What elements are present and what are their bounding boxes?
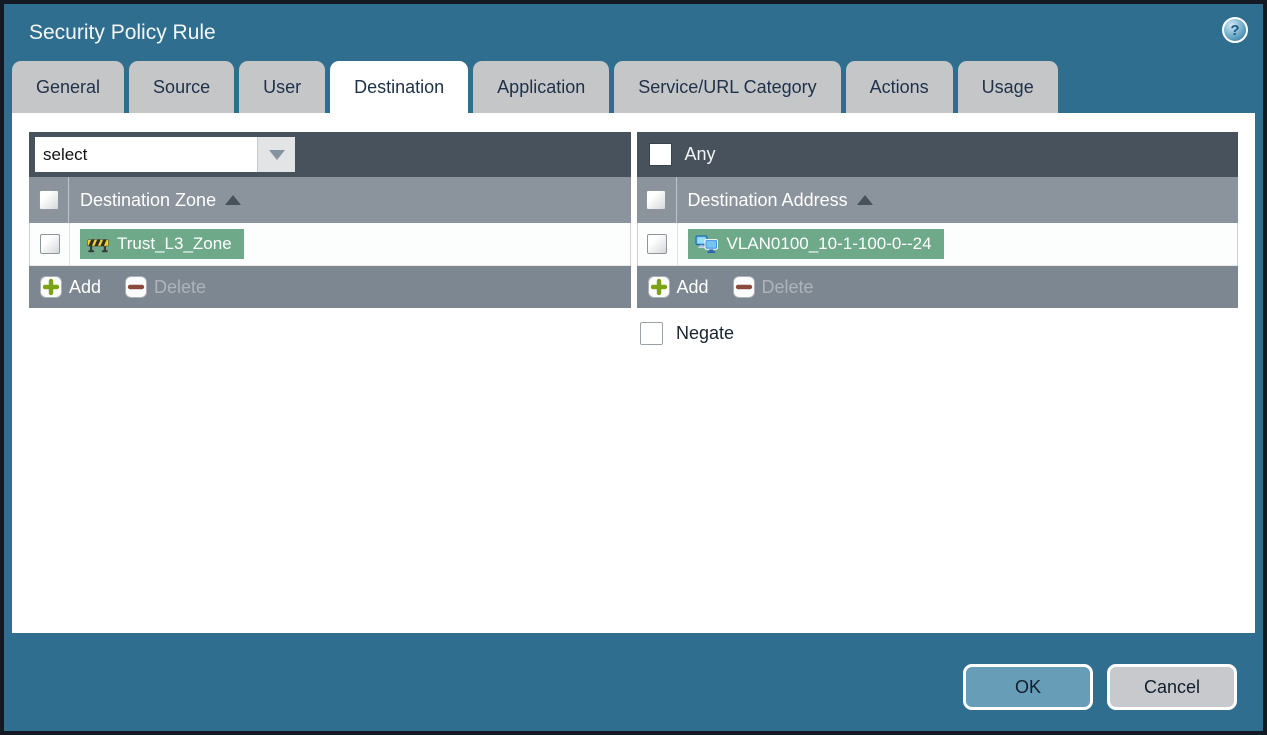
address-item-label: VLAN0100_10-1-100-0--24 (726, 234, 932, 253)
destination-zone-panel: Destination Zone (29, 132, 631, 308)
minus-icon (732, 276, 755, 298)
zone-filter-combo (35, 137, 295, 172)
address-delete-label: Delete (761, 276, 814, 297)
negate-row: Negate (640, 322, 1255, 345)
zone-item-label: Trust_L3_Zone (117, 234, 232, 253)
tab-actions[interactable]: Actions (845, 61, 953, 113)
plus-icon (647, 276, 670, 298)
screen: Security Policy Rule ? General Source Us… (0, 0, 1267, 735)
cancel-button[interactable]: Cancel (1107, 664, 1237, 710)
any-label: Any (684, 144, 716, 164)
dialog-title: Security Policy Rule (29, 20, 216, 44)
tab-usage[interactable]: Usage (957, 61, 1058, 113)
tab-application[interactable]: Application (473, 61, 610, 113)
address-panel-header: Any (636, 132, 1238, 177)
chevron-down-icon (268, 149, 285, 160)
zone-column-title[interactable]: Destination Zone (80, 190, 216, 211)
security-policy-rule-dialog: Security Policy Rule ? General Source Us… (0, 0, 1267, 735)
zone-toolbar: Add Delete (29, 266, 631, 308)
panels-container: Destination Zone (12, 113, 1255, 308)
plus-icon (40, 276, 62, 298)
dialog-titlebar: Security Policy Rule ? (4, 4, 1263, 61)
zone-column-header: Destination Zone (29, 177, 631, 223)
network-address-icon (695, 235, 718, 253)
zone-row-checkbox-cell (30, 223, 70, 265)
address-toolbar: Add Delete (636, 266, 1238, 308)
address-row-checkbox-cell (638, 223, 678, 265)
zone-filter-input[interactable] (35, 137, 257, 172)
address-row-checkbox[interactable] (647, 234, 667, 254)
zone-row-checkbox[interactable] (39, 234, 60, 254)
help-icon-glyph: ? (1230, 21, 1240, 39)
zone-add-button[interactable]: Add (40, 276, 101, 298)
address-add-label: Add (676, 276, 709, 297)
zone-delete-button[interactable]: Delete (125, 276, 206, 298)
zone-select-all-cell (29, 177, 69, 223)
address-column-header: Destination Address (636, 177, 1238, 223)
zone-item-chip[interactable]: Trust_L3_Zone (80, 229, 244, 259)
tab-general[interactable]: General (12, 61, 125, 113)
address-item-chip[interactable]: VLAN0100_10-1-100-0--24 (687, 229, 944, 259)
zone-select-all-checkbox[interactable] (38, 190, 59, 210)
negate-label: Negate (676, 323, 735, 343)
address-add-button[interactable]: Add (647, 276, 709, 298)
address-delete-button[interactable]: Delete (732, 276, 814, 298)
destination-address-panel: Any Destination Address VLAN0100_10-1-10… (636, 132, 1238, 308)
tab-content-destination: Destination Zone (12, 113, 1255, 633)
minus-icon (125, 276, 148, 298)
address-list: VLAN0100_10-1-100-0--24 (636, 223, 1238, 266)
address-column-title[interactable]: Destination Address (688, 190, 848, 211)
table-row: VLAN0100_10-1-100-0--24 (637, 223, 1237, 266)
zone-add-label: Add (69, 276, 102, 297)
zone-filter-dropdown-button[interactable] (257, 137, 295, 172)
zone-list: Trust_L3_Zone (29, 223, 631, 266)
sort-ascending-icon (225, 195, 242, 205)
tab-destination[interactable]: Destination (330, 61, 469, 113)
address-select-all-cell (637, 177, 677, 223)
address-select-all-checkbox[interactable] (646, 190, 666, 210)
help-icon[interactable]: ? (1222, 17, 1248, 43)
zone-panel-header (29, 132, 631, 177)
tab-source[interactable]: Source (129, 61, 235, 113)
zone-barrier-icon (87, 238, 109, 252)
negate-checkbox[interactable] (640, 322, 663, 345)
tab-service-url-category[interactable]: Service/URL Category (614, 61, 841, 113)
sort-ascending-icon (856, 195, 873, 205)
zone-delete-label: Delete (154, 276, 207, 297)
dialog-footer: OK Cancel (963, 664, 1237, 710)
any-checkbox[interactable] (648, 143, 672, 166)
tab-user[interactable]: User (239, 61, 326, 113)
table-row: Trust_L3_Zone (30, 223, 630, 266)
tab-bar: General Source User Destination Applicat… (12, 61, 1263, 113)
ok-button[interactable]: OK (963, 664, 1093, 710)
